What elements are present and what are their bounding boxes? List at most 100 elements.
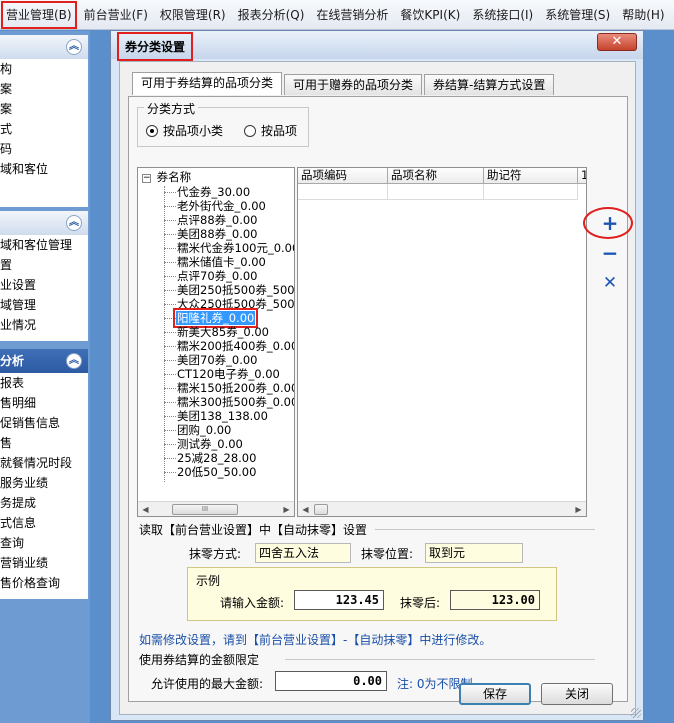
tree-branch-line <box>164 276 176 277</box>
nav-item[interactable]: 域和客位管理 <box>0 235 88 255</box>
grid-header-code[interactable]: 品项编码 <box>298 168 388 184</box>
nav-item[interactable]: 域和客位 <box>0 159 88 179</box>
tree-node[interactable]: 测试券_0.00 <box>164 437 244 451</box>
nav-item[interactable]: 查询 <box>0 533 88 553</box>
tree-node[interactable]: 美团138_138.00 <box>164 409 269 423</box>
tree-node[interactable]: 团购_0.00 <box>164 423 232 437</box>
collapse-icon[interactable]: ︽ <box>66 39 82 55</box>
menu-report-analysis[interactable]: 报表分析(Q) <box>232 0 311 30</box>
example-amount-input[interactable]: 123.45 <box>294 590 384 610</box>
nav-item[interactable]: 式信息 <box>0 513 88 533</box>
tree-node[interactable]: 点评88券_0.00 <box>164 213 259 227</box>
tree-node[interactable]: 美团250抵500券_500.00 <box>164 283 294 297</box>
nav-item[interactable]: 营销业绩 <box>0 553 88 573</box>
nav-item[interactable]: 域管理 <box>0 295 88 315</box>
tab-settlement-methods[interactable]: 券结算-结算方式设置 <box>424 74 555 95</box>
nav-item[interactable]: 业设置 <box>0 275 88 295</box>
tree-node[interactable]: 美团70券_0.00 <box>164 353 259 367</box>
scroll-thumb[interactable]: III <box>172 504 238 515</box>
nav-item[interactable]: 务提成 <box>0 493 88 513</box>
tab-gift-categories[interactable]: 可用于赠券的品项分类 <box>284 74 423 95</box>
nav-item[interactable]: 构 <box>0 59 88 79</box>
tree-branch-line <box>164 416 176 417</box>
collapse-icon[interactable]: ︽ <box>66 215 82 231</box>
menu-system-interface[interactable]: 系统接口(I) <box>466 0 539 30</box>
tree-node[interactable]: 阳隆礼券_0.00 <box>164 308 259 328</box>
tree-root[interactable]: − 券名称 <box>142 170 191 184</box>
tree-node[interactable]: 代金券_30.00 <box>164 185 251 199</box>
grid-hscrollbar[interactable]: ◀ ▶ <box>298 501 586 516</box>
grid-header-name[interactable]: 品项名称 <box>388 168 484 184</box>
menu-catering-kpi[interactable]: 餐饮KPI(K) <box>394 0 466 30</box>
tab-settlement-categories[interactable]: 可用于券结算的品项分类 <box>132 72 283 95</box>
scroll-left-icon[interactable]: ◀ <box>298 502 313 516</box>
scroll-thumb[interactable] <box>314 504 328 515</box>
tree-hscrollbar[interactable]: ◀ III ▶ <box>138 501 294 516</box>
menu-permission-management[interactable]: 权限管理(R) <box>154 0 232 30</box>
nav-section-1-header[interactable]: ︽ <box>0 35 88 59</box>
nav-section-3-header[interactable]: 分析 ︽ <box>0 349 88 373</box>
tree-node[interactable]: 20低50_50.00 <box>164 465 257 479</box>
nav-item[interactable]: 售价格查询 <box>0 573 88 593</box>
tree-node[interactable]: 新美大85券_0.00 <box>164 325 270 339</box>
delete-button[interactable]: ✕ <box>599 272 621 294</box>
max-amount-input[interactable]: 0.00 <box>275 671 387 691</box>
tree-node[interactable]: 点评70券_0.00 <box>164 269 259 283</box>
grid-cell[interactable] <box>388 184 484 200</box>
radio-by-minor-category[interactable]: 按品项小类 <box>146 122 223 139</box>
scroll-right-icon[interactable]: ▶ <box>571 502 586 516</box>
grid-header: 品项编码 品项名称 助记符 1 <box>298 168 586 184</box>
tree-node[interactable]: 糯米代金券100元_0.00 <box>164 241 295 255</box>
tree-node[interactable]: 美团88券_0.00 <box>164 227 259 241</box>
scroll-right-icon[interactable]: ▶ <box>279 502 294 516</box>
tree-node[interactable]: 糯米200抵400券_0.00 <box>164 339 294 353</box>
grid-cell[interactable] <box>298 184 388 200</box>
dialog-close-icon[interactable]: ✕ <box>597 33 637 51</box>
nav-item[interactable]: 售 <box>0 433 88 453</box>
nav-item[interactable]: 置 <box>0 255 88 275</box>
menu-business-management[interactable]: 营业管理(B) <box>0 0 78 30</box>
tree-node[interactable]: 糯米150抵200券_0.00 <box>164 381 294 395</box>
nav-item[interactable]: 案 <box>0 79 88 99</box>
tree-node[interactable]: 大众250抵500券_500.00 <box>164 297 294 311</box>
nav-item[interactable]: 促销售信息 <box>0 413 88 433</box>
tree-node[interactable]: CT120电子券_0.00 <box>164 367 281 381</box>
tree-node[interactable]: 糯米300抵500券_0.00 <box>164 395 294 409</box>
menu-front-business[interactable]: 前台营业(F) <box>78 0 154 30</box>
grid-row[interactable] <box>298 184 578 200</box>
grid-header-mnemonic[interactable]: 助记符 <box>484 168 578 184</box>
nav-item[interactable]: 案 <box>0 99 88 119</box>
grid-cell[interactable] <box>484 184 578 200</box>
tree-node-label: 糯米代金券100元_0.00 <box>177 241 295 255</box>
nav-item[interactable]: 业情况 <box>0 315 88 335</box>
grid-header-extra[interactable]: 1 <box>578 168 586 184</box>
tree-node[interactable]: 25减28_28.00 <box>164 451 257 465</box>
nav-item[interactable]: 售明细 <box>0 393 88 413</box>
nav-item[interactable]: 就餐情况时段 <box>0 453 88 473</box>
tree-node-label: 美团138_138.00 <box>177 409 268 423</box>
resize-grip-icon[interactable] <box>631 708 641 718</box>
close-button[interactable]: 关闭 <box>541 683 613 705</box>
menu-system-management[interactable]: 系统管理(S) <box>539 0 616 30</box>
tree-node[interactable]: 糯米储值卡_0.00 <box>164 255 267 269</box>
tree-node-label: 测试券_0.00 <box>177 437 243 451</box>
item-grid[interactable]: 品项编码 品项名称 助记符 1 ◀ ▶ <box>297 167 587 517</box>
nav-item[interactable]: 式 <box>0 119 88 139</box>
nav-item[interactable]: 报表 <box>0 373 88 393</box>
tree-node-label: 25减28_28.00 <box>177 451 257 465</box>
tree-collapse-icon[interactable]: − <box>142 174 151 183</box>
scroll-left-icon[interactable]: ◀ <box>138 502 153 516</box>
radio-by-item[interactable]: 按品项 <box>244 122 297 139</box>
add-button[interactable]: + <box>599 212 621 234</box>
nav-section-2-header[interactable]: ︽ <box>0 211 88 235</box>
tree-node[interactable]: 老外街代金_0.00 <box>164 199 267 213</box>
menu-online-marketing[interactable]: 在线营销分析 <box>310 0 394 30</box>
remove-button[interactable]: − <box>599 242 621 264</box>
nav-item[interactable]: 码 <box>0 139 88 159</box>
nav-item[interactable]: 服务业绩 <box>0 473 88 493</box>
coupon-tree[interactable]: − 券名称 代金券_30.00 老外街代金_0.00 点评88券_0.00 美团88券… <box>137 167 295 517</box>
collapse-icon[interactable]: ︽ <box>66 353 82 369</box>
menu-help[interactable]: 帮助(H) <box>616 0 670 30</box>
save-button[interactable]: 保存 <box>459 683 531 705</box>
tree-node-label: CT120电子券_0.00 <box>177 367 280 381</box>
